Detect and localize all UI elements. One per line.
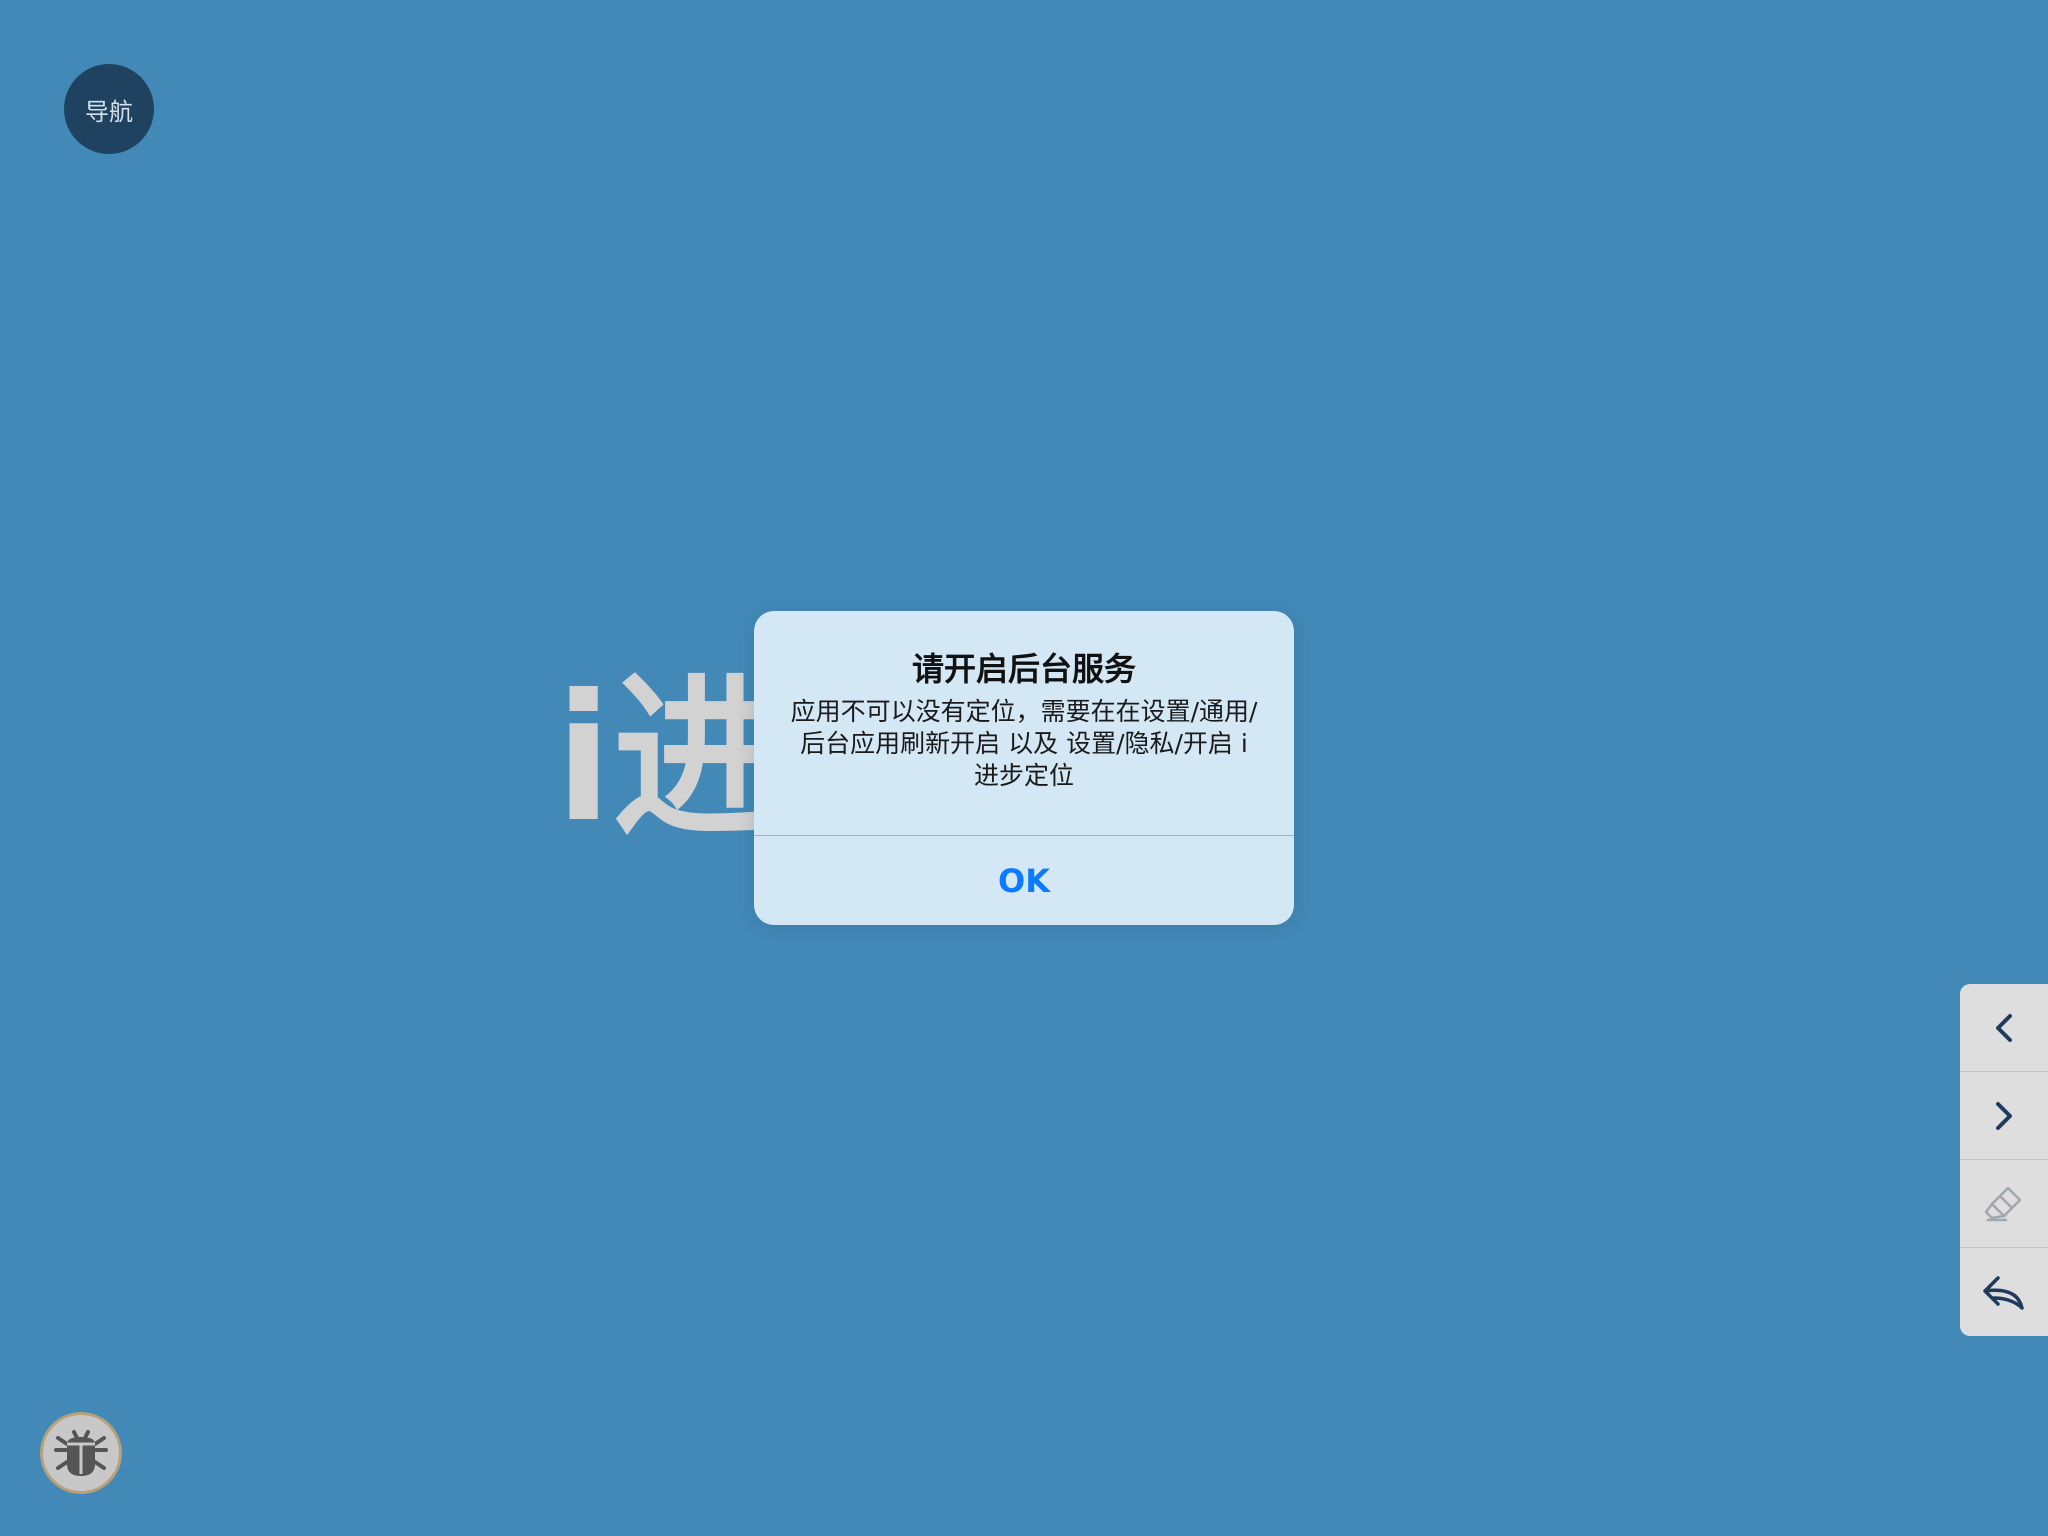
debug-button[interactable]	[40, 1412, 122, 1494]
chevron-right-icon	[1996, 1102, 2012, 1130]
alert-body: 请开启后台服务 应用不可以没有定位，需要在在设置/通用/后台应用刷新开启 以及 …	[754, 611, 1294, 836]
eraser-button[interactable]	[1960, 1160, 2048, 1248]
bug-icon	[54, 1430, 108, 1476]
side-toolbar	[1960, 984, 2048, 1336]
chevron-left-icon	[1996, 1014, 2012, 1042]
prev-button[interactable]	[1960, 984, 2048, 1072]
alert-title: 请开启后台服务	[911, 650, 1136, 688]
eraser-icon	[1984, 1186, 2022, 1222]
undo-button[interactable]	[1960, 1248, 2048, 1336]
next-button[interactable]	[1960, 1072, 2048, 1160]
alert-ok-button[interactable]: OK	[754, 836, 1294, 925]
alert-message: 应用不可以没有定位，需要在在设置/通用/后台应用刷新开启 以及 设置/隐私/开启…	[790, 697, 1258, 790]
undo-icon	[1983, 1276, 2024, 1310]
nav-button[interactable]: 导航	[64, 64, 154, 154]
alert-dialog: 请开启后台服务 应用不可以没有定位，需要在在设置/通用/后台应用刷新开启 以及 …	[754, 611, 1294, 925]
